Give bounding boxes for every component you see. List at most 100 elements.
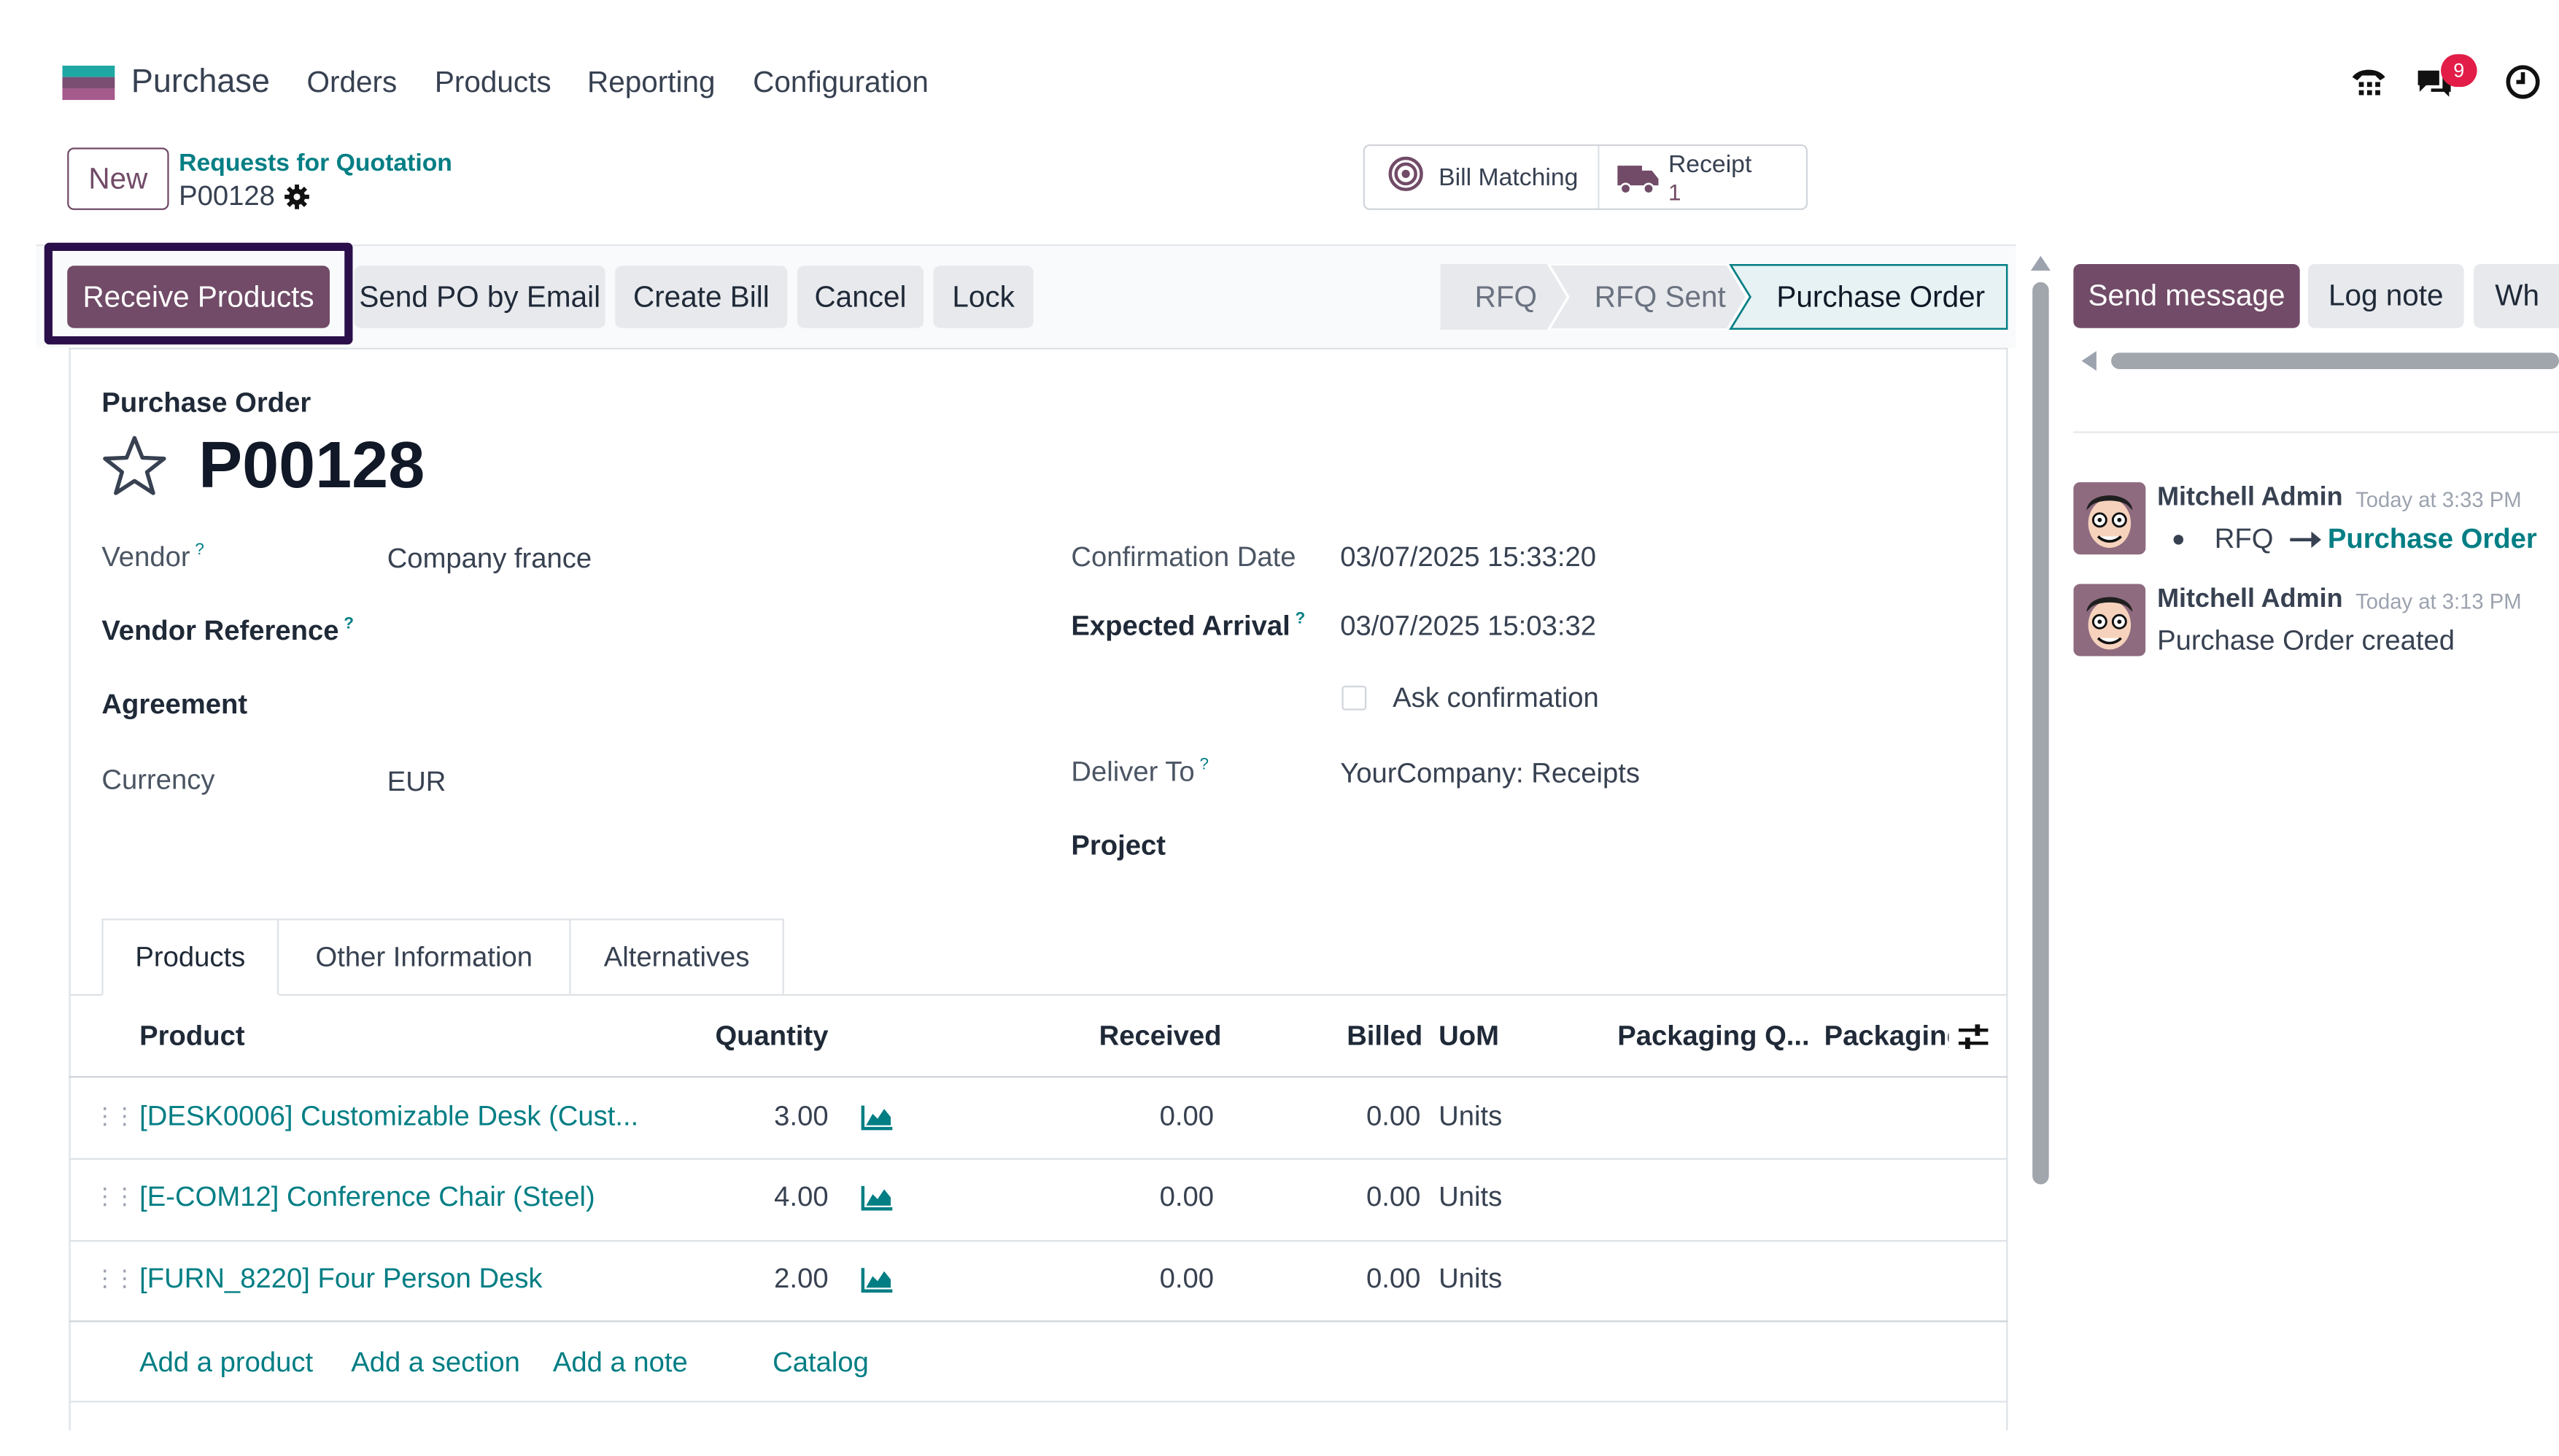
target-icon [1387,155,1423,200]
new-button[interactable]: New [67,147,169,210]
menu-products[interactable]: Products [435,66,551,100]
optional-columns-icon[interactable] [1957,1022,1990,1060]
table-row-product[interactable]: [DESK0006] Customizable Desk (Cust... [139,1101,638,1134]
col-billed[interactable]: Billed [1347,1021,1422,1053]
vertical-scrollbar[interactable] [2032,282,2049,1185]
add-product-link[interactable]: Add a product [139,1347,313,1379]
activity-clock-icon[interactable] [2504,62,2543,109]
menu-orders[interactable]: Orders [307,66,398,100]
table-row-billed: 0.00 [1366,1100,1421,1132]
cancel-button[interactable]: Cancel [797,266,924,328]
horizontal-scrollbar[interactable] [2111,352,2559,369]
table-row-received[interactable]: 0.00 [1099,1181,1214,1214]
row-handle-icon[interactable]: ⋮⋮ [93,1102,136,1130]
message-author[interactable]: Mitchell Admin [2157,484,2343,513]
table-row-product[interactable]: [E-COM12] Conference Chair (Steel) [139,1181,595,1214]
table-row-product[interactable]: [FURN_8220] Four Person Desk [139,1263,542,1296]
message-author[interactable]: Mitchell Admin [2157,586,2343,615]
app-name[interactable]: Purchase [131,64,270,102]
lock-button[interactable]: Lock [933,266,1034,328]
row-divider [69,1240,2008,1242]
table-row-uom[interactable]: Units [1439,1181,1502,1214]
tab-other-information[interactable]: Other Information [279,918,571,994]
menu-configuration[interactable]: Configuration [753,66,929,100]
table-row-received[interactable]: 0.00 [1099,1263,1214,1296]
expected-arrival-field[interactable]: 03/07/2025 15:03:32 [1340,611,1596,643]
forecast-chart-icon[interactable] [861,1104,894,1138]
header-divider [69,1076,2008,1078]
gear-icon[interactable] [284,184,310,218]
status-rfq-sent[interactable]: RFQ Sent [1595,281,1726,315]
bill-matching-label: Bill Matching [1439,163,1579,191]
phone-icon[interactable] [2349,62,2388,109]
forecast-chart-icon[interactable] [861,1266,894,1301]
scroll-left-arrow-icon[interactable] [2081,351,2097,371]
log-note-button[interactable]: Log note [2307,264,2464,328]
table-row-quantity[interactable]: 3.00 [721,1101,828,1134]
receipt-button[interactable]: Receipt 1 [1600,146,1806,208]
avatar[interactable] [2073,584,2146,657]
avatar[interactable] [2073,482,2146,555]
col-product[interactable]: Product [139,1021,244,1053]
breadcrumb-parent[interactable]: Requests for Quotation [179,150,452,177]
message-body: Purchase Order created [2157,624,2455,657]
vendor-field[interactable]: Company france [387,543,592,576]
message-time: Today at 3:33 PM [2355,487,2522,512]
message-time: Today at 3:13 PM [2355,589,2522,614]
send-po-email-button[interactable]: Send PO by Email [354,266,605,328]
currency-field[interactable]: EUR [387,766,446,799]
row-divider [69,1320,2008,1323]
send-message-button[interactable]: Send message [2073,264,2300,328]
table-row-received[interactable]: 0.00 [1099,1101,1214,1134]
breadcrumb-current: P00128 [179,180,275,212]
tab-alternatives[interactable]: Alternatives [570,918,784,994]
table-row-billed: 0.00 [1366,1263,1421,1295]
chatter-divider [2073,431,2559,433]
tracking-old-value: RFQ [2214,523,2274,555]
col-received[interactable]: Received [1099,1021,1222,1053]
add-section-link[interactable]: Add a section [351,1347,520,1379]
status-bar: RFQ RFQ Sent Purchase Order [1440,264,2008,330]
ask-confirmation-checkbox[interactable] [1342,685,1367,710]
status-purchase-order[interactable]: Purchase Order [1776,281,1985,315]
doc-type-label: Purchase Order [101,387,311,419]
long-arrow-right-icon [2290,528,2323,557]
row-handle-icon[interactable]: ⋮⋮ [93,1265,136,1293]
table-bottom-divider [69,1401,2008,1403]
forecast-chart-icon[interactable] [861,1185,894,1219]
status-rfq[interactable]: RFQ [1475,281,1537,315]
app-logo-icon[interactable] [62,65,115,101]
receipt-label: Receipt [1668,150,1752,179]
table-row-uom[interactable]: Units [1439,1263,1502,1296]
vendor-label: Vendor? [101,541,204,573]
create-bill-button[interactable]: Create Bill [615,266,788,328]
col-quantity[interactable]: Quantity [715,1021,828,1053]
add-note-link[interactable]: Add a note [553,1347,688,1379]
truck-icon [1617,163,1660,204]
tracking-bullet-icon [2173,535,2184,545]
scroll-up-arrow-icon[interactable] [2030,255,2051,271]
confirmation-date-label: Confirmation Date [1071,541,1296,573]
receive-products-button[interactable]: Receive Products [67,266,330,328]
table-row-quantity[interactable]: 4.00 [721,1181,828,1214]
bill-matching-button[interactable]: Bill Matching [1365,146,1598,208]
row-divider [69,1158,2008,1160]
catalog-link[interactable]: Catalog [773,1347,869,1379]
tracking-new-value: Purchase Order [2327,523,2537,555]
currency-label: Currency [101,764,215,796]
table-row-quantity[interactable]: 2.00 [721,1263,828,1296]
deliver-to-field[interactable]: YourCompany: Receipts [1340,758,1640,791]
col-packaging-qty[interactable]: Packaging Q... [1617,1021,1809,1053]
table-row-uom[interactable]: Units [1439,1101,1502,1134]
star-icon[interactable] [101,435,167,506]
tab-products[interactable]: Products [101,918,279,996]
confirmation-date-field[interactable]: 03/07/2025 15:33:20 [1340,541,1596,574]
deliver-to-label: Deliver To? [1071,756,1209,788]
whatsapp-button[interactable]: Wh [2474,264,2559,328]
agreement-label: Agreement [101,689,248,721]
project-label: Project [1071,829,1166,861]
col-packaging[interactable]: Packaging [1824,1021,1949,1053]
row-handle-icon[interactable]: ⋮⋮ [93,1182,136,1210]
menu-reporting[interactable]: Reporting [587,66,716,100]
col-uom[interactable]: UoM [1439,1021,1499,1053]
